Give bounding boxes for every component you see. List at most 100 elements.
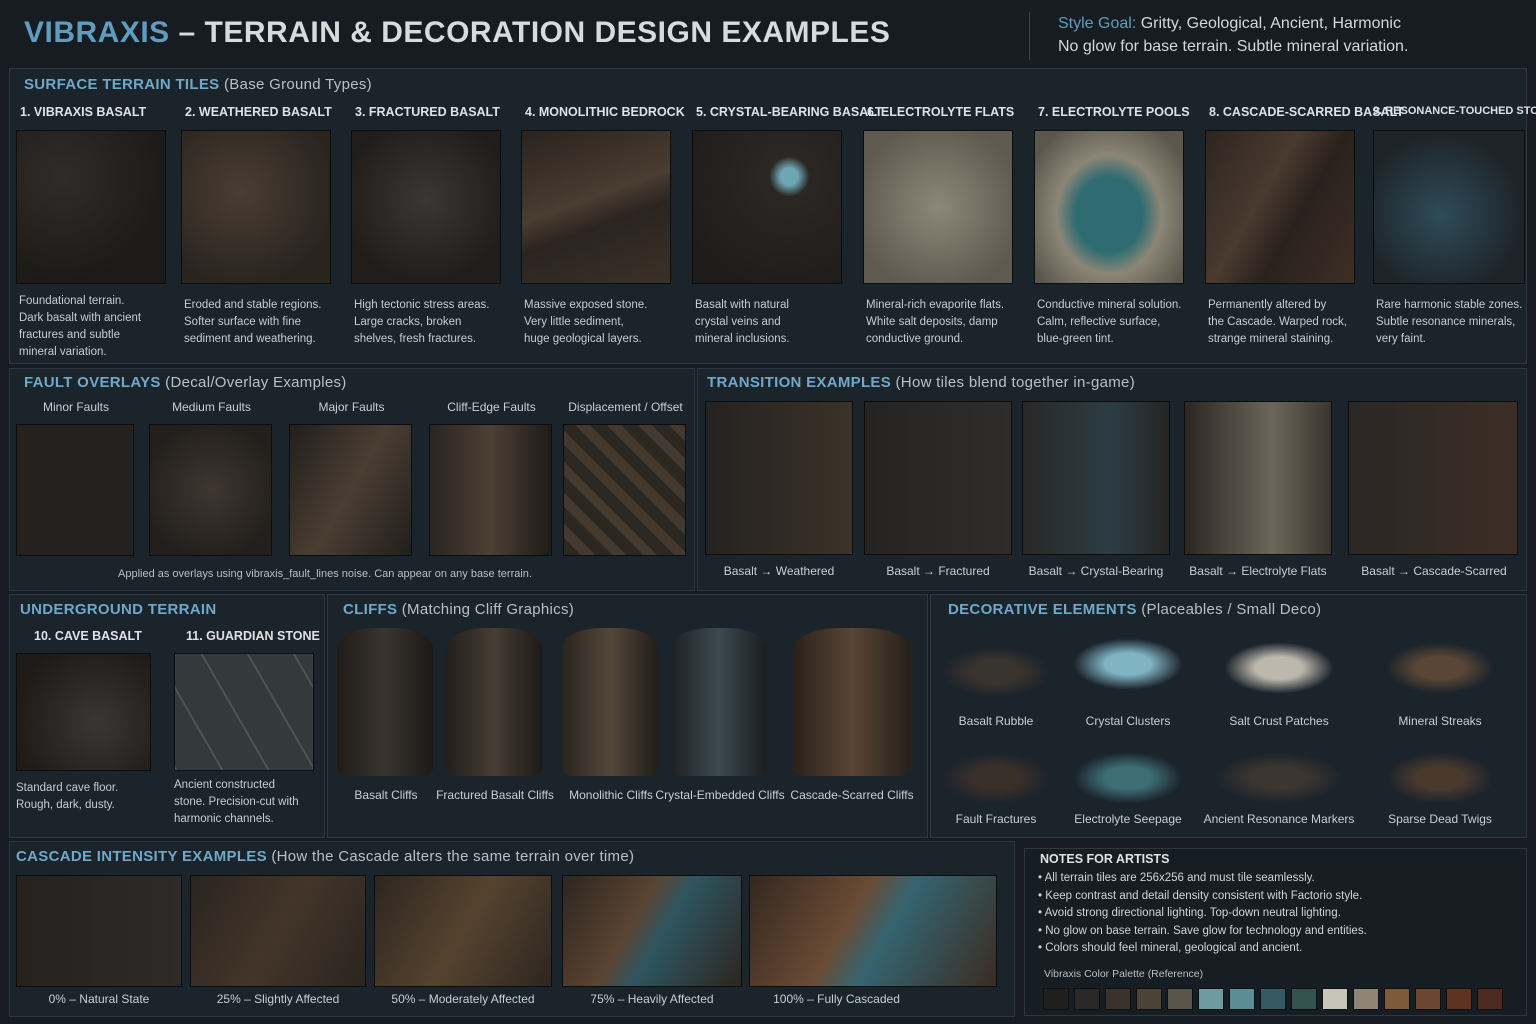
cliff-image bbox=[446, 628, 542, 776]
surface-tile-image bbox=[1373, 130, 1525, 284]
fault-note: Applied as overlays using vibraxis_fault… bbox=[118, 568, 532, 580]
surface-tile-desc: Eroded and stable regions. Softer surface… bbox=[184, 297, 321, 348]
surface-tile-name: 3. FRACTURED BASALT bbox=[355, 105, 500, 119]
underground-section-title: UNDERGROUND TERRAIN bbox=[20, 601, 217, 618]
cascade-image bbox=[16, 875, 182, 987]
fault-title-text: FAULT OVERLAYS bbox=[24, 374, 161, 391]
palette-swatch bbox=[1415, 988, 1441, 1010]
transition-label: Basalt → Weathered bbox=[723, 564, 835, 578]
fault-section-title: FAULT OVERLAYS (Decal/Overlay Examples) bbox=[24, 374, 347, 391]
fault-overlay-image bbox=[16, 424, 134, 556]
cascade-label: 75% – Heavily Affected bbox=[590, 992, 714, 1006]
desc-line: Massive exposed stone. bbox=[524, 299, 648, 311]
fault-subtitle: (Decal/Overlay Examples) bbox=[160, 374, 347, 391]
decorative-image bbox=[1214, 752, 1344, 804]
cascade-image bbox=[190, 875, 366, 987]
palette-swatch bbox=[1167, 988, 1193, 1010]
palette-swatch bbox=[1105, 988, 1131, 1010]
surface-tile-desc: Basalt with natural crystal veins and mine… bbox=[695, 297, 790, 348]
desc-line: Standard cave floor. bbox=[16, 782, 119, 794]
palette-label: Vibraxis Color Palette (Reference) bbox=[1044, 968, 1204, 980]
transitions-title-text: TRANSITION EXAMPLES bbox=[707, 374, 892, 391]
surface-tile-image bbox=[1205, 130, 1355, 284]
underground-tile-desc: Standard cave floor. Rough, dark, dusty. bbox=[16, 780, 118, 814]
desc-line: Rough, dark, dusty. bbox=[16, 799, 115, 811]
desc-line: crystal veins and bbox=[695, 316, 781, 328]
transition-image bbox=[1184, 401, 1332, 555]
cascade-label: 0% – Natural State bbox=[48, 992, 150, 1006]
fault-overlay-label: Cliff-Edge Faults bbox=[447, 400, 536, 414]
palette-swatch bbox=[1043, 988, 1069, 1010]
desc-line: High tectonic stress areas. bbox=[354, 299, 490, 311]
decorative-label: Crystal Clusters bbox=[1085, 714, 1171, 728]
color-palette bbox=[1043, 988, 1503, 1010]
cliffs-section-title: CLIFFS (Matching Cliff Graphics) bbox=[343, 601, 574, 618]
cascade-label: 25% – Slightly Affected bbox=[216, 992, 340, 1006]
style-goal-label: Style Goal: bbox=[1058, 15, 1137, 32]
transition-image bbox=[864, 401, 1012, 555]
desc-line: fractures and subtle bbox=[19, 329, 121, 341]
cascade-title-text: CASCADE INTENSITY EXAMPLES bbox=[16, 848, 267, 865]
notes-item: • No glow on base terrain. Save glow for… bbox=[1038, 924, 1367, 937]
surface-tile-desc: Foundational terrain. Dark basalt with an… bbox=[19, 293, 141, 361]
desc-line: shelves, fresh fractures. bbox=[354, 333, 477, 345]
desc-line: Foundational terrain. bbox=[19, 295, 125, 307]
transition-image bbox=[705, 401, 853, 555]
transition-label: Basalt → Fractured bbox=[886, 564, 990, 578]
cascade-image bbox=[562, 875, 742, 987]
desc-line: harmonic channels. bbox=[174, 813, 274, 825]
notes-item: • Colors should feel mineral, geological… bbox=[1038, 942, 1303, 954]
decorative-subtitle: (Placeables / Small Deco) bbox=[1136, 601, 1322, 618]
desc-line: huge geological layers. bbox=[524, 333, 642, 345]
palette-swatch bbox=[1322, 988, 1348, 1010]
surface-tile-name: 6. ELECTROLYTE FLATS bbox=[867, 105, 1015, 119]
decorative-label: Mineral Streaks bbox=[1398, 714, 1482, 728]
palette-swatch bbox=[1074, 988, 1100, 1010]
notes-item: • Keep contrast and detail density consi… bbox=[1038, 889, 1363, 902]
fault-overlay-image bbox=[563, 424, 686, 556]
desc-line: Softer surface with fine bbox=[184, 316, 301, 328]
palette-swatch bbox=[1384, 988, 1410, 1010]
surface-tile-image bbox=[692, 130, 842, 284]
surface-tile-image bbox=[1034, 130, 1184, 284]
fault-overlay-image bbox=[429, 424, 552, 556]
desc-line: Eroded and stable regions. bbox=[184, 299, 322, 311]
desc-line: Basalt with natural bbox=[695, 299, 789, 311]
style-goal: Style Goal: Gritty, Geological, Ancient,… bbox=[1058, 12, 1408, 58]
fault-overlay-label: Displacement / Offset bbox=[568, 400, 683, 414]
desc-line: Large cracks, broken bbox=[354, 316, 462, 328]
palette-swatch bbox=[1291, 988, 1317, 1010]
page-title: VIBRAXIS – TERRAIN & DECORATION DESIGN E… bbox=[24, 16, 890, 50]
fault-overlay-image bbox=[289, 424, 412, 556]
cliff-label: Crystal-Embedded Cliffs bbox=[655, 788, 785, 802]
decorative-image bbox=[1073, 752, 1183, 804]
decorative-image bbox=[1224, 642, 1334, 694]
underground-tile-image bbox=[16, 653, 151, 771]
palette-swatch bbox=[1260, 988, 1286, 1010]
cascade-image bbox=[749, 875, 997, 987]
cliff-image bbox=[562, 628, 658, 776]
surface-tile-desc: High tectonic stress areas. Large cracks,… bbox=[354, 297, 490, 348]
transition-image bbox=[1022, 401, 1170, 555]
desc-line: sediment and weathering. bbox=[184, 333, 316, 345]
surface-tile-name: 1. VIBRAXIS BASALT bbox=[20, 105, 147, 119]
surface-tile-name: 2. WEATHERED BASALT bbox=[185, 105, 332, 119]
fault-overlay-label: Major Faults bbox=[318, 400, 385, 414]
decorative-label: Sparse Dead Twigs bbox=[1388, 812, 1492, 826]
cascade-section-title: CASCADE INTENSITY EXAMPLES (How the Casc… bbox=[16, 848, 634, 865]
surface-tile-name: 9. RESONANCE-TOUCHED STONE bbox=[1373, 105, 1536, 117]
palette-swatch bbox=[1353, 988, 1379, 1010]
desc-line: very faint. bbox=[1376, 333, 1426, 345]
cascade-subtitle: (How the Cascade alters the same terrain… bbox=[266, 848, 635, 865]
fault-overlay-label: Minor Faults bbox=[42, 400, 110, 414]
transition-label: Basalt → Crystal-Bearing bbox=[1028, 564, 1164, 578]
notes-title: NOTES FOR ARTISTS bbox=[1040, 852, 1170, 866]
surface-tile-image bbox=[521, 130, 671, 284]
surface-tile-desc: Permanently altered by the Cascade. Warpe… bbox=[1208, 297, 1347, 348]
surface-tile-desc: Conductive mineral solution. Calm, reflec… bbox=[1037, 297, 1181, 348]
cascade-label: 100% – Fully Cascaded bbox=[773, 992, 900, 1006]
cliffs-subtitle: (Matching Cliff Graphics) bbox=[397, 601, 575, 618]
cliff-label: Cascade-Scarred Cliffs bbox=[790, 788, 914, 802]
surface-subtitle: (Base Ground Types) bbox=[219, 76, 372, 93]
header-divider bbox=[1029, 12, 1030, 60]
